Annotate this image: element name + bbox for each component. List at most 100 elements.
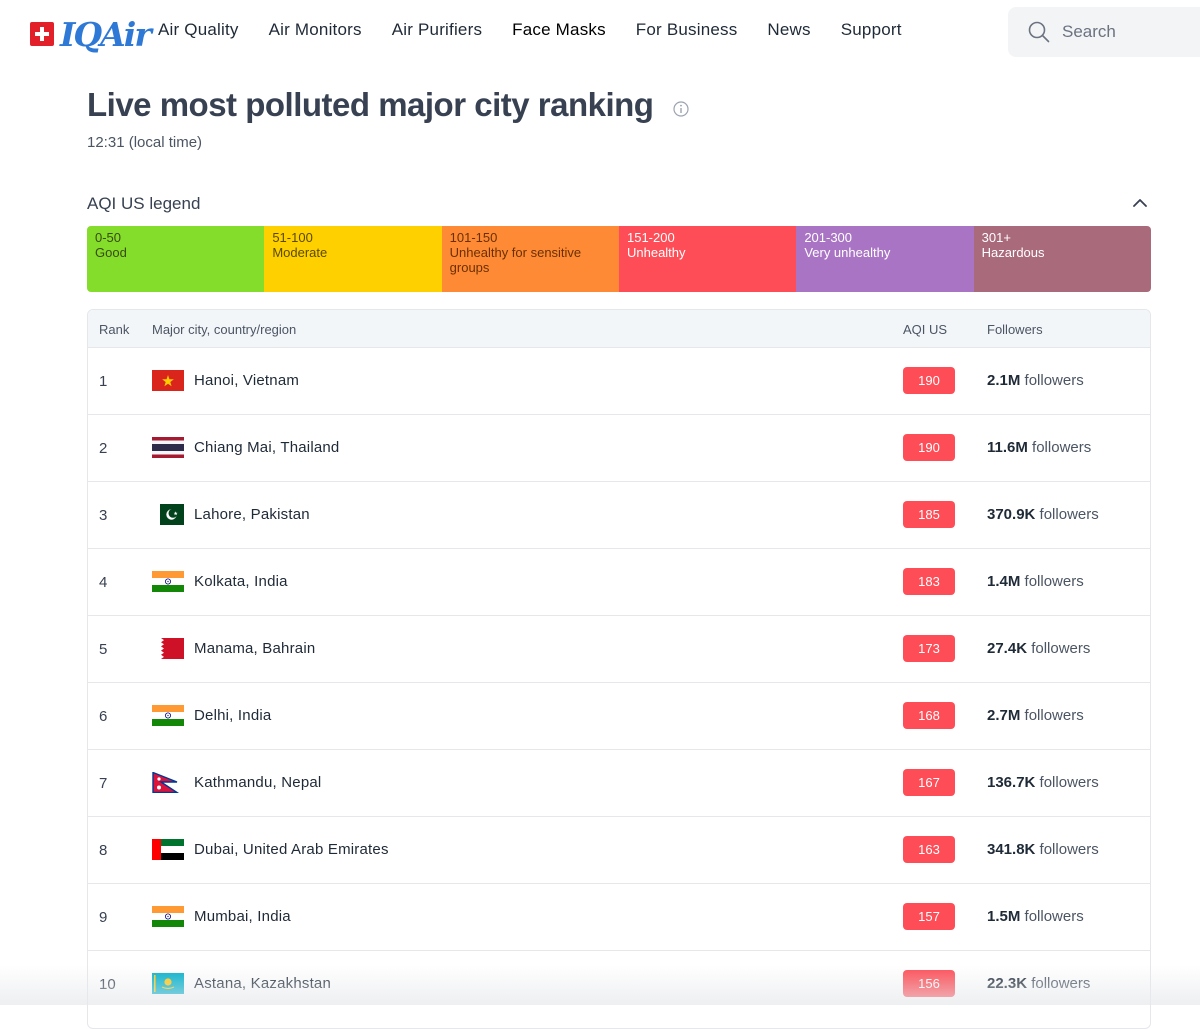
- rank-cell: 9: [99, 909, 108, 926]
- followers-value: 370.9K: [987, 506, 1036, 523]
- aqi-badge: 157: [903, 903, 955, 930]
- legend-segment: 151-200 Unhealthy: [618, 226, 797, 292]
- info-icon[interactable]: [673, 101, 689, 117]
- followers-count: 370.9K followers: [987, 506, 1099, 523]
- bahrain-flag-icon: [152, 638, 184, 659]
- legend-segment: 201-300 Very unhealthy: [796, 226, 974, 292]
- followers-value: 2.1M: [987, 372, 1021, 389]
- uae-flag-icon: [152, 839, 184, 860]
- table-row[interactable]: 7 Kathmandu, Nepal 167 136.7K followers: [88, 749, 1150, 816]
- legend-segment: 301+ Hazardous: [973, 226, 1151, 292]
- rank-cell: 5: [99, 641, 108, 658]
- followers-count: 22.3K followers: [987, 975, 1090, 992]
- city-link[interactable]: Mumbai, India: [194, 908, 291, 925]
- legend-range: 301+: [981, 230, 1011, 245]
- logo-text: IQAir: [60, 14, 152, 54]
- rank-cell: 7: [99, 775, 108, 792]
- nav-item-air-purifiers[interactable]: Air Purifiers: [392, 20, 482, 40]
- aqi-badge: 163: [903, 836, 955, 863]
- legend-label: Moderate: [272, 245, 328, 260]
- rank-cell: 10: [99, 976, 116, 993]
- followers-suffix: followers: [1024, 372, 1084, 389]
- header-rank[interactable]: Rank: [99, 322, 129, 337]
- table-row[interactable]: 4 Kolkata, India 183 1.4M followers: [88, 548, 1150, 615]
- followers-suffix: followers: [1031, 640, 1091, 657]
- followers-value: 22.3K: [987, 975, 1028, 992]
- followers-count: 2.1M followers: [987, 372, 1084, 389]
- followers-count: 1.4M followers: [987, 573, 1084, 590]
- table-row[interactable]: 3 Lahore, Pakistan 185 370.9K followers: [88, 481, 1150, 548]
- city-link[interactable]: Lahore, Pakistan: [194, 506, 310, 523]
- table-row[interactable]: 1 Hanoi, Vietnam 190 2.1M followers: [88, 347, 1150, 414]
- table-row[interactable]: 9 Mumbai, India 157 1.5M followers: [88, 883, 1150, 950]
- rank-cell: 4: [99, 574, 108, 591]
- chevron-up-icon[interactable]: [1131, 196, 1149, 210]
- nav-item-news[interactable]: News: [767, 20, 810, 40]
- iqair-logo[interactable]: IQAir: [30, 14, 152, 54]
- followers-suffix: followers: [1039, 506, 1099, 523]
- city-link[interactable]: Astana, Kazakhstan: [194, 975, 331, 992]
- aqi-badge: 173: [903, 635, 955, 662]
- legend-title[interactable]: AQI US legend: [87, 194, 200, 214]
- followers-suffix: followers: [1024, 573, 1084, 590]
- search-placeholder: Search: [1062, 22, 1116, 41]
- legend-range: 151-200: [626, 230, 675, 245]
- city-link[interactable]: Manama, Bahrain: [194, 640, 315, 657]
- followers-suffix: followers: [1039, 841, 1099, 858]
- city-link[interactable]: Chiang Mai, Thailand: [194, 439, 339, 456]
- nav-item-for-business[interactable]: For Business: [636, 20, 738, 40]
- table-row[interactable]: 2 Chiang Mai, Thailand 190 11.6M followe…: [88, 414, 1150, 481]
- table-row[interactable]: 6 Delhi, India 168 2.7M followers: [88, 682, 1150, 749]
- page-title: Live most polluted major city ranking: [87, 86, 654, 123]
- nav-item-support[interactable]: Support: [841, 20, 902, 40]
- followers-value: 27.4K: [987, 640, 1028, 657]
- aqi-badge: 185: [903, 501, 955, 528]
- nav-item-face-masks[interactable]: Face Masks: [512, 20, 606, 40]
- search-icon: [1028, 21, 1050, 43]
- site-header: IQAir Air Quality Air Monitors Air Purif…: [0, 0, 1200, 64]
- aqi-badge: 190: [903, 434, 955, 461]
- followers-count: 341.8K followers: [987, 841, 1099, 858]
- city-link[interactable]: Hanoi, Vietnam: [194, 372, 299, 389]
- legend-label: Unhealthy: [626, 245, 686, 260]
- table-header: Rank Major city, country/region AQI US F…: [88, 310, 1150, 347]
- india-flag-icon: [152, 906, 184, 927]
- vietnam-flag-icon: [152, 370, 184, 391]
- main-nav: Air Quality Air Monitors Air Purifiers F…: [158, 20, 932, 40]
- followers-value: 341.8K: [987, 841, 1036, 858]
- search-box[interactable]: Search: [1008, 7, 1200, 57]
- local-time: 12:31 (local time): [87, 134, 203, 151]
- aqi-badge: 167: [903, 769, 955, 796]
- city-link[interactable]: Kolkata, India: [194, 573, 288, 590]
- followers-suffix: followers: [1032, 439, 1092, 456]
- kazakhstan-flag-icon: [152, 973, 184, 994]
- followers-suffix: followers: [1039, 774, 1099, 791]
- rank-cell: 1: [99, 373, 108, 390]
- followers-count: 27.4K followers: [987, 640, 1090, 657]
- table-body: 1 Hanoi, Vietnam 190 2.1M followers 2 Chi…: [88, 347, 1150, 1017]
- city-link[interactable]: Kathmandu, Nepal: [194, 774, 321, 791]
- table-row[interactable]: 5 Manama, Bahrain 173 27.4K followers: [88, 615, 1150, 682]
- header-followers[interactable]: Followers: [987, 322, 1043, 337]
- city-link[interactable]: Dubai, United Arab Emirates: [194, 841, 389, 858]
- thailand-flag-icon: [152, 437, 184, 458]
- table-row[interactable]: 8 Dubai, United Arab Emirates 163 341.8K…: [88, 816, 1150, 883]
- followers-count: 2.7M followers: [987, 707, 1084, 724]
- followers-value: 1.4M: [987, 573, 1021, 590]
- nav-item-air-quality[interactable]: Air Quality: [158, 20, 239, 40]
- rank-cell: 3: [99, 507, 108, 524]
- aqi-badge: 168: [903, 702, 955, 729]
- followers-value: 1.5M: [987, 908, 1021, 925]
- legend-range: 101-150: [449, 230, 498, 245]
- followers-value: 11.6M: [987, 439, 1028, 456]
- swiss-flag-icon: [30, 22, 54, 46]
- followers-count: 11.6M followers: [987, 439, 1091, 456]
- city-link[interactable]: Delhi, India: [194, 707, 271, 724]
- pakistan-flag-icon: [152, 504, 184, 525]
- legend-range: 201-300: [804, 230, 853, 245]
- nav-item-air-monitors[interactable]: Air Monitors: [269, 20, 362, 40]
- legend-label: Hazardous: [981, 245, 1045, 260]
- table-row[interactable]: 10 Astana, Kazakhstan 156 22.3K follower…: [88, 950, 1150, 1017]
- followers-count: 136.7K followers: [987, 774, 1099, 791]
- header-aqi[interactable]: AQI US: [903, 322, 947, 337]
